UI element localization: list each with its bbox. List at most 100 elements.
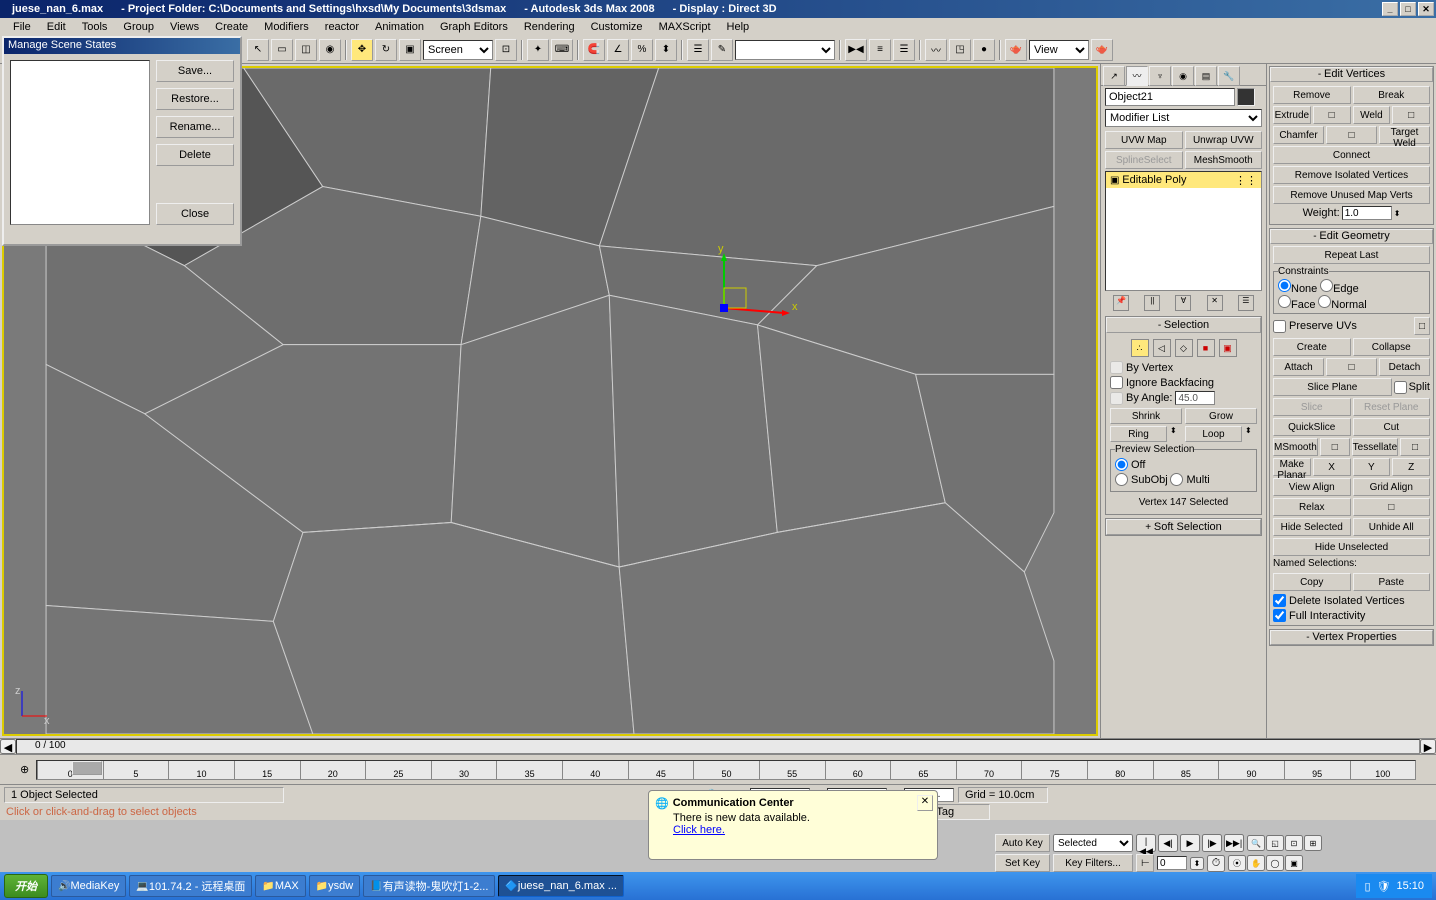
menu-group[interactable]: Group xyxy=(115,19,162,35)
make-planar-button[interactable]: Make Planar xyxy=(1273,458,1311,476)
shrink-button[interactable]: Shrink xyxy=(1110,408,1182,424)
name-edit-icon[interactable]: ✎ xyxy=(711,39,733,61)
scene-states-list[interactable] xyxy=(10,60,150,225)
constraint-normal-radio[interactable] xyxy=(1318,295,1331,308)
menu-grapheditors[interactable]: Graph Editors xyxy=(432,19,516,35)
menu-customize[interactable]: Customize xyxy=(583,19,651,35)
curve-editor-icon[interactable]: 〰 xyxy=(925,39,947,61)
configure-sets-icon[interactable]: ☰ xyxy=(1238,295,1254,311)
display-tab-icon[interactable]: ▤ xyxy=(1195,66,1217,86)
constraint-none-radio[interactable] xyxy=(1278,279,1291,292)
border-subobj-icon[interactable]: ◇ xyxy=(1175,339,1193,357)
close-dialog-button[interactable]: Close xyxy=(156,203,234,225)
quickslice-button[interactable]: QuickSlice xyxy=(1273,418,1351,436)
edit-geometry-header[interactable]: - Edit Geometry xyxy=(1270,229,1433,244)
key-filters-button[interactable]: Key Filters... xyxy=(1053,854,1133,872)
break-button[interactable]: Break xyxy=(1353,86,1431,104)
pin-stack-icon[interactable]: 📌 xyxy=(1113,295,1129,311)
set-key-button[interactable]: Set Key xyxy=(995,854,1050,872)
remove-modifier-icon[interactable]: ✕ xyxy=(1207,295,1223,311)
remove-button[interactable]: Remove xyxy=(1273,86,1351,104)
show-result-icon[interactable]: || xyxy=(1144,295,1160,311)
hide-selected-button[interactable]: Hide Selected xyxy=(1273,518,1351,536)
polygon-subobj-icon[interactable]: ■ xyxy=(1197,339,1215,357)
render-view-dropdown[interactable]: View xyxy=(1029,40,1089,60)
mirror-icon[interactable]: ▶◀ xyxy=(845,39,867,61)
remove-unused-button[interactable]: Remove Unused Map Verts xyxy=(1273,186,1430,204)
selection-rollout-header[interactable]: - Selection xyxy=(1106,317,1261,333)
unhide-all-button[interactable]: Unhide All xyxy=(1353,518,1431,536)
element-subobj-icon[interactable]: ▣ xyxy=(1219,339,1237,357)
planar-z-button[interactable]: Z xyxy=(1392,458,1430,476)
scroll-left-icon[interactable]: ◀ xyxy=(0,739,16,754)
key-mode-dropdown[interactable]: Selected xyxy=(1053,834,1133,852)
orbit-icon[interactable]: ◯ xyxy=(1266,855,1284,871)
attach-button[interactable]: Attach xyxy=(1273,358,1324,376)
rotate-icon[interactable]: ↻ xyxy=(375,39,397,61)
pan-icon[interactable]: ✋ xyxy=(1247,855,1265,871)
edit-vertices-header[interactable]: - Edit Vertices xyxy=(1270,67,1433,82)
menu-tools[interactable]: Tools xyxy=(74,19,116,35)
menu-file[interactable]: File xyxy=(5,19,39,35)
view-align-button[interactable]: View Align xyxy=(1273,478,1351,496)
angle-snap-icon[interactable]: ∠ xyxy=(607,39,629,61)
modifier-stack[interactable]: ▣ Editable Poly ⋮⋮ xyxy=(1105,171,1262,291)
pivot-icon[interactable]: ⊡ xyxy=(495,39,517,61)
attach-list-icon[interactable]: □ xyxy=(1326,358,1377,376)
hide-unselected-button[interactable]: Hide Unselected xyxy=(1273,538,1430,556)
minimize-icon[interactable]: _ xyxy=(1382,2,1398,16)
popup-close-icon[interactable]: ✕ xyxy=(917,795,933,811)
task-item[interactable]: 📁 ysdw xyxy=(309,875,361,897)
current-frame-input[interactable] xyxy=(1157,856,1187,870)
scale-icon[interactable]: ▣ xyxy=(399,39,421,61)
select-region-icon[interactable]: ▭ xyxy=(271,39,293,61)
menu-create[interactable]: Create xyxy=(207,19,256,35)
object-name-input[interactable] xyxy=(1105,88,1235,106)
planar-x-button[interactable]: X xyxy=(1313,458,1351,476)
spinner-snap-icon[interactable]: ⬍ xyxy=(655,39,677,61)
key-mode-icon[interactable]: ⊢ xyxy=(1136,854,1154,872)
uvw-map-button[interactable]: UVW Map xyxy=(1105,131,1183,149)
slice-plane-button[interactable]: Slice Plane xyxy=(1273,378,1392,396)
paste-named-button[interactable]: Paste xyxy=(1353,573,1431,591)
schematic-view-icon[interactable]: ◳ xyxy=(949,39,971,61)
zoom-extents-all-icon[interactable]: ⊞ xyxy=(1304,835,1322,851)
preview-subobj-radio[interactable] xyxy=(1115,473,1128,486)
constraint-edge-radio[interactable] xyxy=(1320,279,1333,292)
menu-reactor[interactable]: reactor xyxy=(317,19,367,35)
system-tray[interactable]: ▯ 🛡 15:10 xyxy=(1356,874,1432,898)
task-item[interactable]: 📘 有声读物-鬼吹灯1-2... xyxy=(363,875,495,897)
zoom-all-icon[interactable]: ◱ xyxy=(1266,835,1284,851)
relax-settings-icon[interactable]: □ xyxy=(1353,498,1431,516)
delete-isolated-checkbox[interactable] xyxy=(1273,594,1286,607)
preserve-uvs-settings-icon[interactable]: □ xyxy=(1414,317,1430,335)
mesh-smooth-button[interactable]: MeshSmooth xyxy=(1185,151,1263,169)
ref-coord-dropdown[interactable]: Screen xyxy=(423,40,493,60)
viewport-scrollbar[interactable]: ◀ 0 / 100 ▶ xyxy=(0,738,1436,754)
frame-spinner-icon[interactable]: ⬍ xyxy=(1190,857,1204,870)
stack-item-editable-poly[interactable]: ▣ Editable Poly ⋮⋮ xyxy=(1106,172,1261,188)
grid-align-button[interactable]: Grid Align xyxy=(1353,478,1431,496)
weight-spinner[interactable] xyxy=(1342,206,1392,220)
render-icon[interactable]: 🫖 xyxy=(1091,39,1113,61)
window-crossing-icon[interactable]: ◫ xyxy=(295,39,317,61)
zoom-extents-icon[interactable]: ⊡ xyxy=(1285,835,1303,851)
select-filter-icon[interactable]: ◉ xyxy=(319,39,341,61)
make-unique-icon[interactable]: ∀ xyxy=(1175,295,1191,311)
keyboard-shortcut-icon[interactable]: ⌨ xyxy=(551,39,573,61)
detach-button[interactable]: Detach xyxy=(1379,358,1430,376)
preview-off-radio[interactable] xyxy=(1115,458,1128,471)
tray-icon[interactable]: 🛡 xyxy=(1377,880,1391,893)
render-setup-icon[interactable]: 🫖 xyxy=(1005,39,1027,61)
target-weld-button[interactable]: Target Weld xyxy=(1379,126,1430,144)
named-selection-icon[interactable]: ☰ xyxy=(687,39,709,61)
repeat-last-button[interactable]: Repeat Last xyxy=(1273,246,1430,264)
create-tab-icon[interactable]: ↗ xyxy=(1103,66,1125,86)
modifier-list-dropdown[interactable]: Modifier List xyxy=(1105,109,1262,127)
task-item[interactable]: 📁 MAX xyxy=(255,875,305,897)
save-state-button[interactable]: Save... xyxy=(156,60,234,82)
msmooth-settings-icon[interactable]: □ xyxy=(1320,438,1350,456)
copy-named-button[interactable]: Copy xyxy=(1273,573,1351,591)
task-item-active[interactable]: 🔷 juese_nan_6.max ... xyxy=(498,875,624,897)
tray-icon[interactable]: ▯ xyxy=(1364,880,1370,893)
